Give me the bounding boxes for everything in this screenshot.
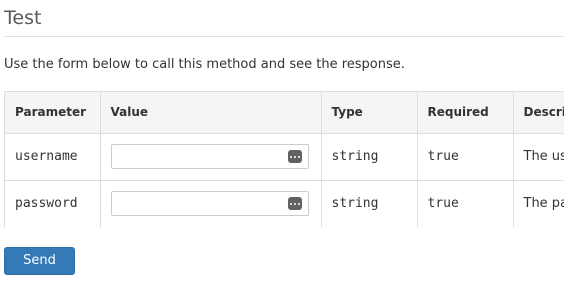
param-description: The username bbox=[513, 133, 564, 181]
page-title: Test bbox=[4, 7, 42, 29]
title-divider bbox=[4, 36, 564, 37]
param-required: true bbox=[417, 133, 514, 181]
send-button[interactable]: Send bbox=[4, 247, 75, 275]
header-description: Description bbox=[513, 92, 564, 134]
table-header-row: Parameter Value Type Required Descriptio… bbox=[5, 92, 564, 134]
parameters-table: Parameter Value Type Required Descriptio… bbox=[5, 92, 564, 227]
password-field[interactable] bbox=[110, 191, 309, 216]
table-row: username string true The username bbox=[5, 133, 564, 181]
value-cell bbox=[100, 133, 322, 181]
param-name: username bbox=[5, 133, 101, 181]
header-value: Value bbox=[100, 92, 322, 134]
param-name: password bbox=[5, 180, 101, 227]
param-type: string bbox=[321, 180, 418, 227]
password-manager-icon[interactable] bbox=[287, 197, 302, 210]
intro-text: Use the form below to call this method a… bbox=[4, 57, 405, 72]
parameters-table-container: Parameter Value Type Required Descriptio… bbox=[4, 91, 564, 227]
header-required: Required bbox=[417, 92, 514, 134]
test-page: Test Use the form below to call this met… bbox=[0, 0, 564, 296]
param-description: The password bbox=[513, 180, 564, 227]
password-input[interactable] bbox=[111, 192, 282, 215]
password-manager-icon[interactable] bbox=[287, 150, 302, 163]
header-type: Type bbox=[321, 92, 418, 134]
param-type: string bbox=[321, 133, 418, 181]
param-required: true bbox=[417, 180, 514, 227]
table-row: password string true The password bbox=[5, 180, 564, 227]
value-cell bbox=[100, 180, 322, 227]
header-parameter: Parameter bbox=[5, 92, 101, 134]
username-field[interactable] bbox=[110, 144, 309, 169]
username-input[interactable] bbox=[111, 145, 282, 168]
